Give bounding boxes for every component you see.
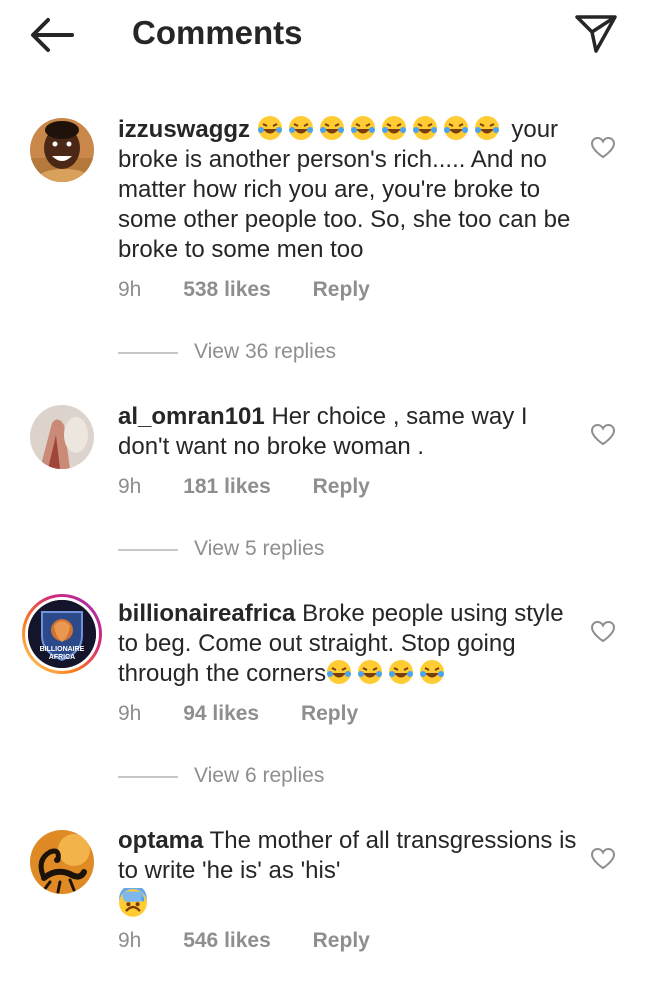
comment-meta: 9h 181 likes Reply <box>118 475 406 499</box>
heart-icon[interactable] <box>590 136 616 160</box>
reply-button[interactable]: Reply <box>313 278 370 302</box>
comment-likes[interactable]: 538 likes <box>183 278 271 302</box>
paper-plane-icon[interactable] <box>574 14 618 54</box>
reply-button[interactable]: Reply <box>313 475 370 499</box>
comment-time: 9h <box>118 929 142 952</box>
laughing-emoji-icon <box>420 660 445 684</box>
laughing-emoji-icon <box>350 116 375 140</box>
comment-text: billionaireafrica Broke people using sty… <box>118 599 578 689</box>
avatar[interactable] <box>30 405 94 469</box>
laughing-emoji-icon <box>389 660 414 684</box>
divider-line <box>118 776 178 778</box>
comment-meta: 9h 538 likes Reply <box>118 278 406 302</box>
laughing-emoji-icon <box>319 116 344 140</box>
reply-button[interactable]: Reply <box>313 929 370 953</box>
comment-meta: 9h 546 likes Reply <box>118 929 406 953</box>
view-replies-text[interactable]: View 36 replies <box>194 340 336 364</box>
laughing-emoji-icon <box>474 116 499 140</box>
heart-icon[interactable] <box>590 620 616 644</box>
comment-text: al_omran101 Her choice , same way I don'… <box>118 402 578 462</box>
comment-username[interactable]: optama <box>118 827 203 854</box>
laughing-emoji-icon <box>412 116 437 140</box>
crying-laughing-emoji-group <box>257 116 512 143</box>
header-bar: Comments <box>0 0 654 70</box>
arrow-left-icon[interactable] <box>28 16 74 54</box>
view-replies-text[interactable]: View 6 replies <box>194 764 324 788</box>
comment-username[interactable]: billionaireafrica <box>118 600 295 627</box>
crying-laughing-emoji-group <box>326 660 450 687</box>
comment-username[interactable]: izzuswaggz <box>118 116 250 143</box>
avatar: BILLIONAIRE AFRICA <box>28 600 96 668</box>
avatar[interactable] <box>30 830 94 894</box>
laughing-emoji-icon <box>257 116 282 140</box>
laughing-emoji-icon <box>327 660 352 684</box>
avatar-logo-text: BILLIONAIRE AFRICA <box>39 646 85 661</box>
comment-time: 9h <box>118 475 142 498</box>
heart-icon[interactable] <box>590 847 616 871</box>
comment-likes[interactable]: 546 likes <box>183 929 271 953</box>
divider-line <box>118 352 178 354</box>
laughing-emoji-icon <box>358 660 383 684</box>
laughing-emoji-icon <box>288 116 313 140</box>
comment-meta: 9h 94 likes Reply <box>118 702 394 726</box>
comment-likes[interactable]: 94 likes <box>183 702 259 726</box>
comment-text: izzuswaggz your broke is another person'… <box>118 115 578 265</box>
anxious-sweat-emoji-icon <box>119 888 147 917</box>
avatar[interactable] <box>30 118 94 182</box>
laughing-emoji-icon <box>381 116 406 140</box>
comment-time: 9h <box>118 278 142 301</box>
story-ring[interactable]: BILLIONAIRE AFRICA <box>22 594 102 674</box>
comment-username[interactable]: al_omran101 <box>118 403 265 430</box>
comment-text: optama The mother of all transgressions … <box>118 826 578 922</box>
divider-line <box>118 549 178 551</box>
reply-button[interactable]: Reply <box>301 702 358 726</box>
laughing-emoji-icon <box>443 116 468 140</box>
comment-time: 9h <box>118 702 142 725</box>
heart-icon[interactable] <box>590 423 616 447</box>
comment-likes[interactable]: 181 likes <box>183 475 271 499</box>
page-title: Comments <box>132 14 303 51</box>
view-replies-text[interactable]: View 5 replies <box>194 537 324 561</box>
